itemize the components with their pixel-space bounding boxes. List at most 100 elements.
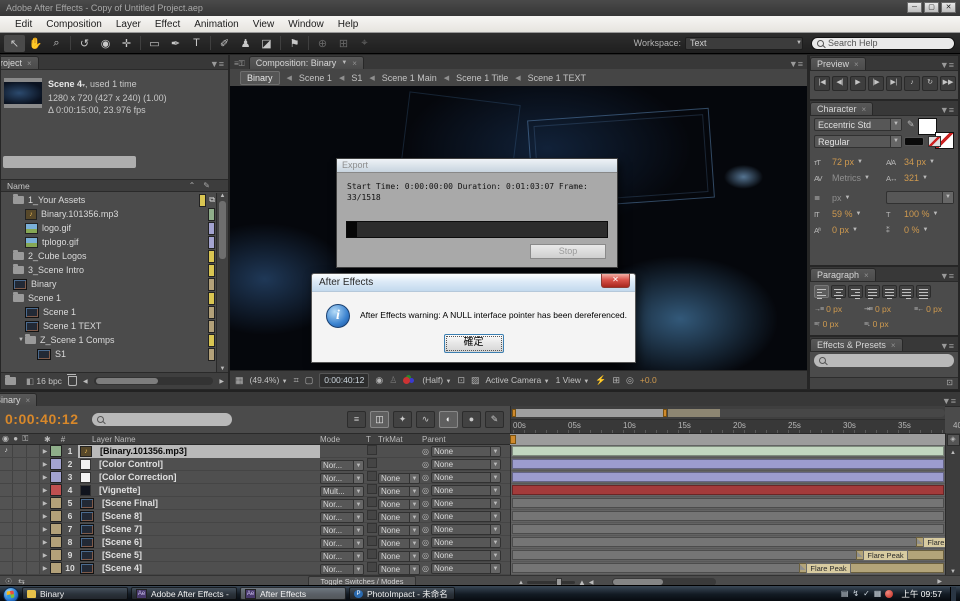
label-color-chip[interactable] <box>208 208 215 221</box>
loop-button[interactable]: ↻ <box>922 76 938 91</box>
project-item[interactable]: 3_Scene Intro <box>1 263 217 277</box>
timeline-layer-row[interactable]: ▶6[Scene 8]Nor...▼None▼◎None▼ <box>0 510 510 523</box>
navigator-viewed-area[interactable] <box>512 409 667 417</box>
layer-name-cell[interactable]: [Scene 8] <box>78 510 320 523</box>
preserve-transparency-toggle[interactable] <box>367 562 377 572</box>
expand-arrow-icon[interactable]: ▶ <box>40 513 50 520</box>
timeline-layer-row[interactable]: ▶4[Vignette]Mult...▼None▼◎None▼ <box>0 484 510 497</box>
shy-header-icon[interactable]: ✱ <box>44 435 51 444</box>
work-area-start-handle[interactable] <box>510 435 516 444</box>
menu-window[interactable]: Window <box>281 19 331 30</box>
breadcrumb-item[interactable]: Scene 1 TEXT <box>528 73 586 83</box>
menu-layer[interactable]: Layer <box>109 19 148 30</box>
panel-menu-icon[interactable]: ▼≡ <box>940 105 958 115</box>
vertical-scale-value[interactable]: 59 % <box>832 209 853 219</box>
parent-dropdown[interactable]: None▼ <box>431 446 501 457</box>
kerning-value[interactable]: Metrics <box>832 173 861 183</box>
close-tab-icon[interactable]: × <box>352 57 357 70</box>
rotation-tool[interactable]: ↺ <box>74 35 95 52</box>
lock-switch[interactable] <box>27 510 40 522</box>
leading-control[interactable]: A/A34 px▼ <box>886 157 956 167</box>
scrollbar-thumb[interactable] <box>219 201 226 259</box>
label-color-chip[interactable] <box>208 334 215 347</box>
hand-tool[interactable]: ✋ <box>25 35 46 52</box>
eraser-tool[interactable]: ◪ <box>256 35 277 52</box>
layer-duration-bar[interactable] <box>512 459 944 469</box>
audio-switch[interactable] <box>13 445 26 457</box>
shape-tool[interactable]: ▭ <box>144 35 165 52</box>
taskbar-item[interactable]: AeAdobe After Effects - <box>131 587 237 600</box>
close-button[interactable]: ✕ <box>941 2 956 13</box>
video-switch[interactable] <box>0 484 13 496</box>
audio-switch[interactable] <box>13 562 26 574</box>
minimize-button[interactable]: ─ <box>907 2 922 13</box>
font-family-dropdown[interactable]: Eccentric Std▼ <box>814 118 902 131</box>
unified-camera-tool[interactable]: ◉ <box>95 35 116 52</box>
scroll-up-icon[interactable]: ▲ <box>950 450 956 456</box>
parent-pickwhip-icon[interactable]: ◎ <box>422 564 429 573</box>
magnification-dropdown[interactable]: (49.4%) ▼ <box>250 375 288 385</box>
preserve-transparency-toggle[interactable] <box>367 497 377 507</box>
selection-tool[interactable]: ↖ <box>4 35 25 52</box>
preserve-transparency-toggle[interactable] <box>367 510 377 520</box>
project-search-input[interactable] <box>3 156 136 168</box>
tsume-value[interactable]: 0 % <box>904 225 920 235</box>
project-item[interactable]: logo.gif <box>1 221 217 235</box>
close-icon[interactable]: ✕ <box>601 274 630 288</box>
audio-switch[interactable] <box>13 523 26 535</box>
parent-dropdown[interactable]: None▼ <box>431 550 501 561</box>
video-switch[interactable] <box>0 458 13 470</box>
world-axis-mode-icon[interactable]: ⊞ <box>333 35 354 52</box>
layer-name-cell[interactable]: [Color Control] <box>78 458 320 471</box>
space-before-value[interactable]: 0 px <box>823 319 839 329</box>
tray-icon[interactable]: ↯ <box>852 589 859 598</box>
view-layout-dropdown[interactable]: 1 View ▼ <box>556 375 590 385</box>
parent-dropdown[interactable]: None▼ <box>431 511 501 522</box>
expand-arrow-icon[interactable]: ▶ <box>40 539 50 546</box>
effects-search-input[interactable] <box>814 354 954 367</box>
preserve-transparency-toggle[interactable] <box>367 471 377 481</box>
camera-dropdown[interactable]: Active Camera ▼ <box>486 375 550 385</box>
panel-menu-icon[interactable]: ▼≡ <box>942 396 960 406</box>
preserve-transparency-toggle[interactable] <box>367 484 377 494</box>
tray-network-icon[interactable]: ▦ <box>874 589 882 598</box>
breadcrumb-item[interactable]: Scene 1 Title <box>456 73 508 83</box>
panel-menu-icon[interactable]: ▼≡ <box>940 60 958 70</box>
pixel-aspect-icon[interactable]: ⊞ <box>612 375 620 386</box>
timeline-search-input[interactable] <box>92 413 232 426</box>
video-switch[interactable] <box>0 510 13 522</box>
label-color-chip[interactable] <box>208 306 215 319</box>
tab-effects-presets[interactable]: Effects & Presets× <box>810 338 903 351</box>
audio-switch[interactable] <box>13 549 26 561</box>
preserve-transparency-toggle[interactable] <box>367 549 377 559</box>
layer-name-cell[interactable]: ♪[Binary.101356.mp3] <box>78 445 320 458</box>
panel-menu-icon[interactable]: ▼≡ <box>210 59 228 69</box>
label-color-chip[interactable] <box>50 523 62 535</box>
vertical-scale-control[interactable]: IT59 %▼ <box>814 209 884 219</box>
expand-arrow-icon[interactable]: ▶ <box>40 500 50 507</box>
timeline-layer-row[interactable]: ▶8[Scene 6]Nor...▼None▼◎None▼ <box>0 536 510 549</box>
view-axis-mode-icon[interactable]: ⌖ <box>354 35 375 52</box>
start-button[interactable] <box>3 587 19 601</box>
search-tag-icon[interactable]: ✎ <box>203 181 210 190</box>
layer-marker[interactable]: ◣Flare Peak <box>857 550 908 560</box>
label-color-chip[interactable] <box>208 236 215 249</box>
parent-dropdown[interactable]: None▼ <box>431 459 501 470</box>
tray-alert-icon[interactable] <box>885 590 893 598</box>
navigator-work-area[interactable] <box>668 409 720 417</box>
project-hscrollbar[interactable] <box>94 377 214 385</box>
justify-last-left-button[interactable] <box>865 285 880 298</box>
stroke-width-unit[interactable]: px <box>832 193 842 203</box>
time-ruler-area[interactable]: 00s05s10s15s20s25s30s35s40 <box>510 406 945 433</box>
parent-pickwhip-icon[interactable]: ◎ <box>422 538 429 547</box>
snapshot-icon[interactable]: ◉ <box>375 375 383 386</box>
close-tab-icon[interactable]: × <box>891 339 896 352</box>
menu-view[interactable]: View <box>246 19 282 30</box>
menu-help[interactable]: Help <box>331 19 366 30</box>
expand-arrow-icon[interactable]: ▶ <box>40 448 50 455</box>
parent-pickwhip-icon[interactable]: ◎ <box>422 486 429 495</box>
menu-composition[interactable]: Composition <box>39 19 109 30</box>
scroll-right-icon[interactable]: ▶ <box>219 378 224 385</box>
stroke-width-control[interactable]: ≣px▼ <box>814 193 884 203</box>
audio-switch[interactable] <box>13 510 26 522</box>
